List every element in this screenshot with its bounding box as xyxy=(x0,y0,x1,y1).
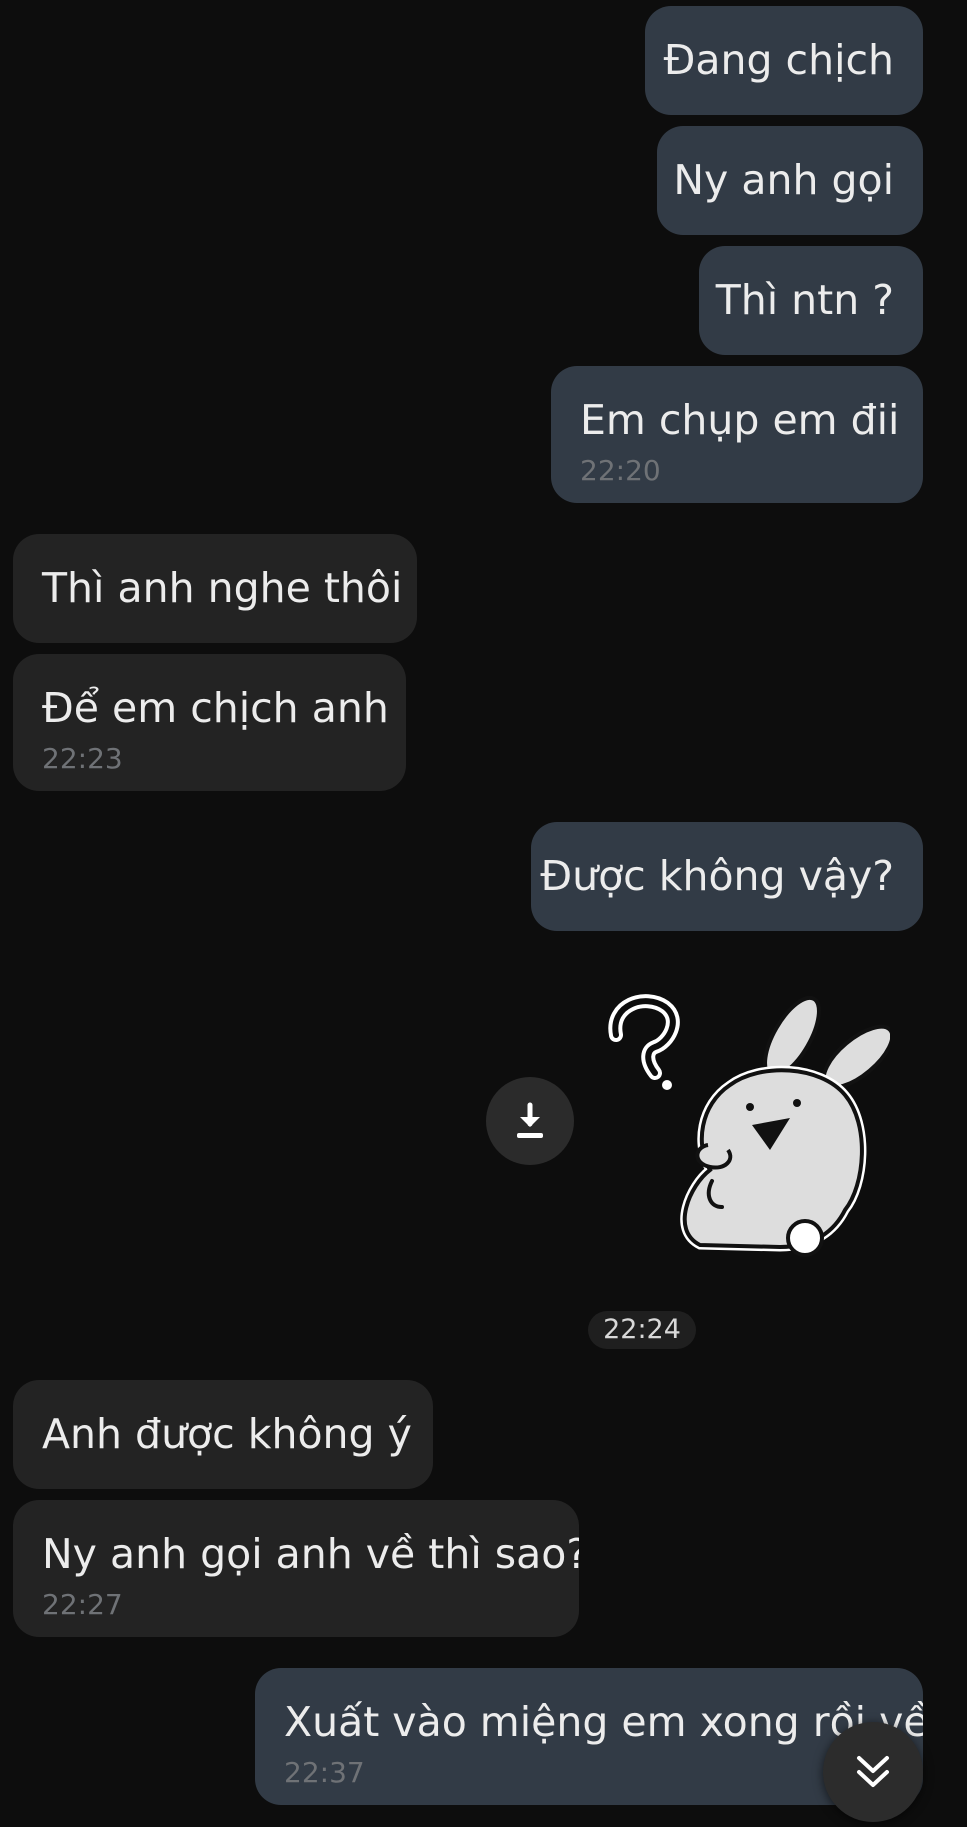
message-text: Em chụp em đii xyxy=(580,396,900,444)
message-outgoing[interactable]: Em chụp em đii 22:20 xyxy=(551,366,923,503)
message-outgoing[interactable]: Được không vậy? xyxy=(531,822,923,931)
message-incoming[interactable]: Anh được không ý xyxy=(13,1380,433,1489)
message-outgoing[interactable]: Ny anh gọi xyxy=(657,126,923,235)
double-chevron-down-icon xyxy=(857,1756,889,1787)
download-icon xyxy=(517,1102,543,1138)
message-timestamp: 22:37 xyxy=(284,1756,365,1789)
message-text: Thì anh nghe thôi xyxy=(42,564,403,612)
message-incoming[interactable]: Ny anh gọi anh về thì sao? 22:27 xyxy=(13,1500,579,1637)
message-timestamp: 22:23 xyxy=(42,742,123,775)
message-text: Ny anh gọi anh về thì sao? xyxy=(42,1530,579,1578)
download-button[interactable] xyxy=(486,1077,574,1165)
message-text: Được không vậy? xyxy=(540,852,894,900)
message-text: Ny anh gọi xyxy=(673,156,894,204)
message-text: Anh được không ý xyxy=(42,1410,412,1458)
message-text: Thì ntn ? xyxy=(715,276,894,324)
message-timestamp: 22:27 xyxy=(42,1588,123,1621)
message-text: Xuất vào miệng em xong rồi về xyxy=(284,1698,923,1746)
message-incoming[interactable]: Thì anh nghe thôi xyxy=(13,534,417,643)
message-outgoing[interactable]: Xuất vào miệng em xong rồi về 22:37 xyxy=(255,1668,923,1805)
message-outgoing[interactable]: Đang chịch xyxy=(645,6,923,115)
message-text: Để em chịch anh xyxy=(42,684,389,732)
message-timestamp: 22:20 xyxy=(580,454,661,487)
message-outgoing[interactable]: Thì ntn ? xyxy=(699,246,923,355)
question-bunny-sticker[interactable] xyxy=(600,985,890,1265)
scroll-to-bottom-button[interactable] xyxy=(823,1722,923,1822)
sticker-timestamp: 22:24 xyxy=(588,1311,696,1349)
message-text: Đang chịch xyxy=(663,36,894,84)
message-incoming[interactable]: Để em chịch anh 22:23 xyxy=(13,654,406,791)
